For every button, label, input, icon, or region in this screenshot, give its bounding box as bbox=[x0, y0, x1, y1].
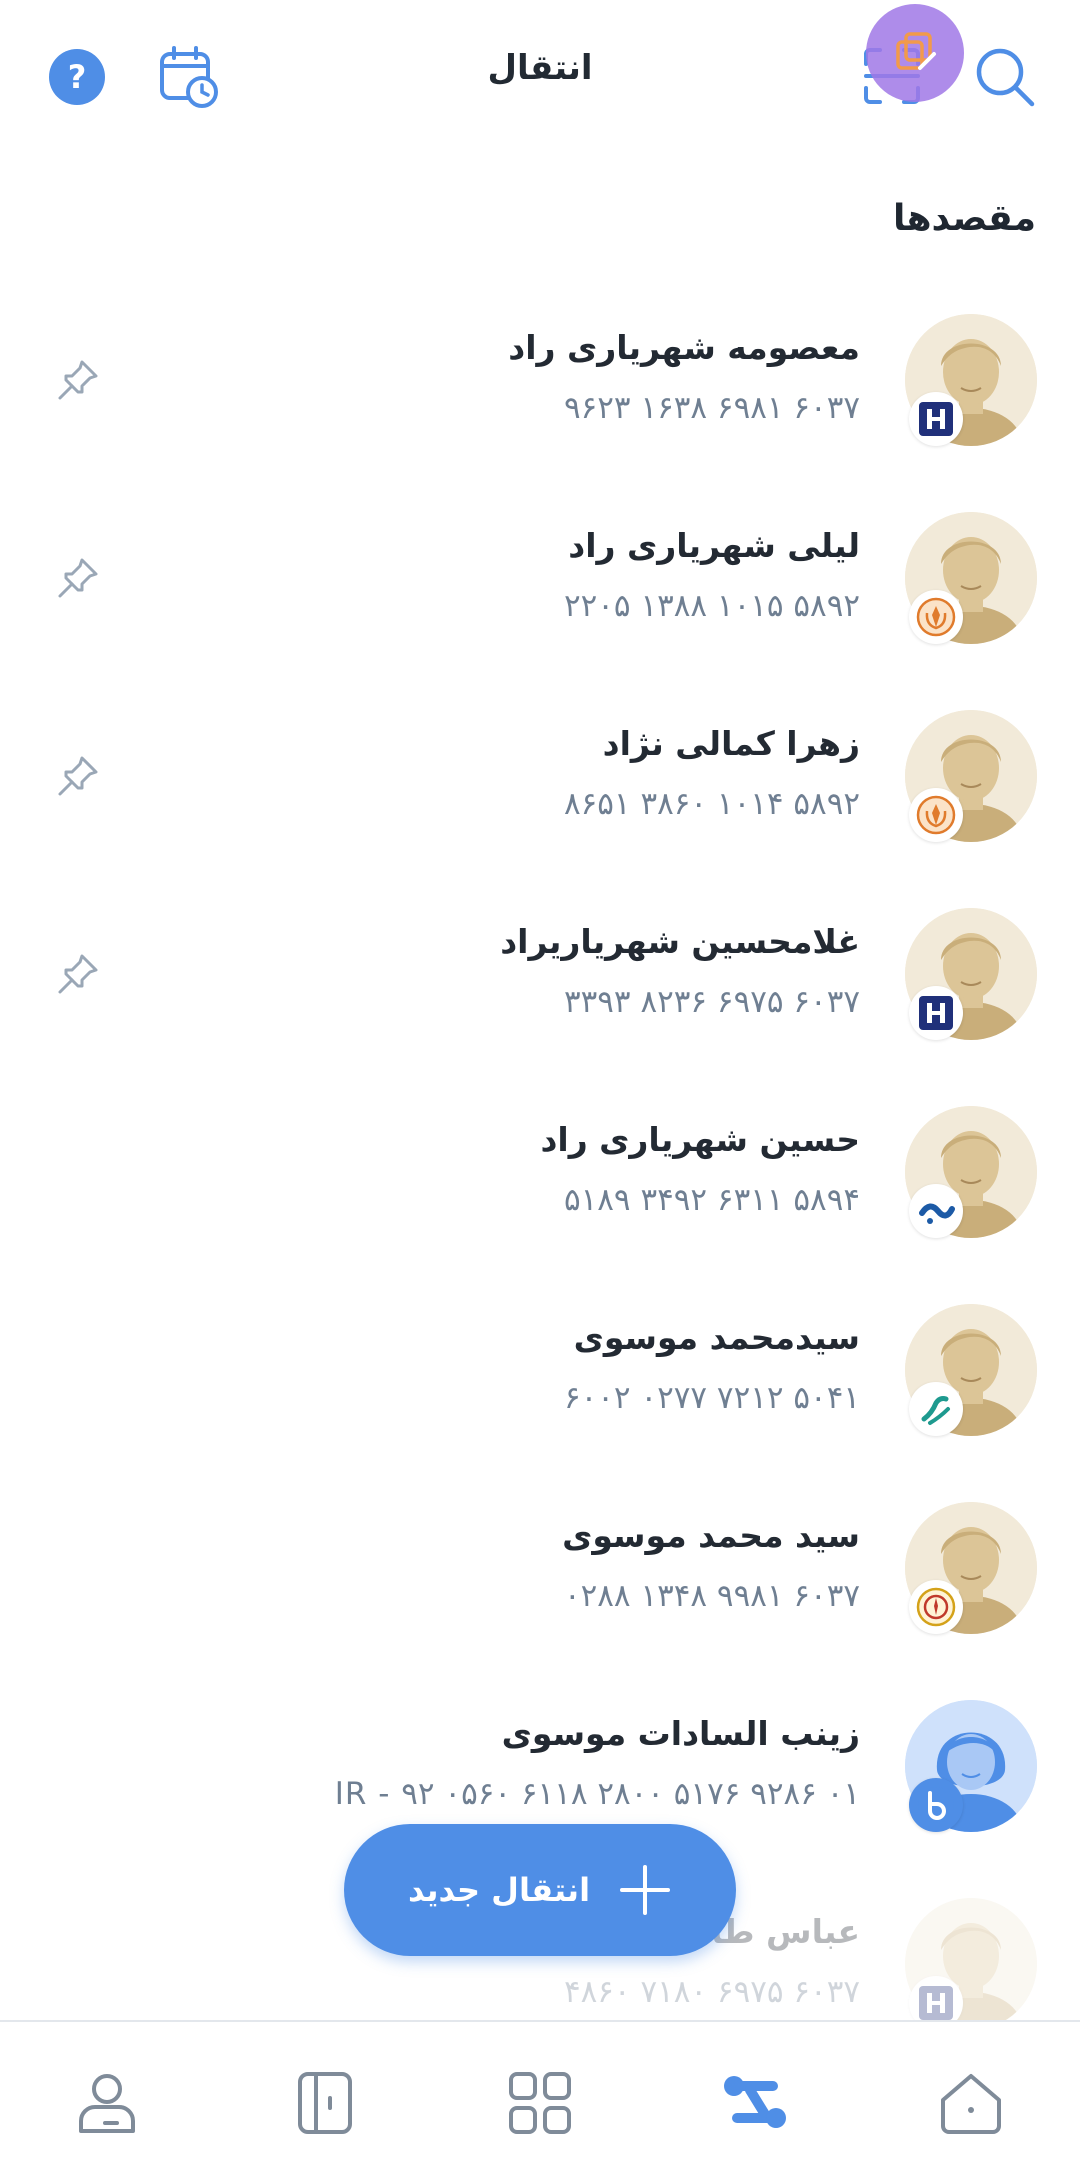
copy-edit-icon bbox=[896, 32, 936, 70]
contact-name: معصومه شهریاری راد bbox=[508, 328, 860, 367]
contact-name: غلامحسین شهریاریراد bbox=[500, 922, 860, 961]
bank-saderat-icon bbox=[919, 402, 953, 436]
card-number: ۵۸۹۲ ۱۰۱۵ ۱۳۸۸ ۲۲۰۵ bbox=[563, 588, 860, 624]
contact-row[interactable]: غلامحسین شهریاریراد ۶۰۳۷ ۶۹۷۵ ۸۲۳۶ ۳۳۹۳ bbox=[0, 894, 1080, 1092]
contact-name: سید محمد موسوی bbox=[562, 1516, 860, 1555]
search-button[interactable] bbox=[972, 44, 1038, 110]
contact-row[interactable]: سید محمد موسوی ۶۰۳۷ ۹۹۸۱ ۱۳۴۸ ۰۲۸۸ bbox=[0, 1488, 1080, 1686]
floating-edit-bubble[interactable] bbox=[866, 4, 964, 102]
card-number: ۶۰۳۷ ۶۹۸۱ ۱۶۳۸ ۹۶۲۳ bbox=[563, 390, 860, 426]
pin-button[interactable] bbox=[54, 356, 102, 404]
bank-saderat-icon bbox=[919, 1986, 953, 2020]
card-number: ۵۸۹۲ ۱۰۱۴ ۳۸۶۰ ۸۶۵۱ bbox=[563, 786, 860, 822]
contact-row[interactable]: معصومه شهریاری راد ۶۰۳۷ ۶۹۸۱ ۱۶۳۸ ۹۶۲۳ bbox=[0, 300, 1080, 498]
new-transfer-button[interactable]: انتقال جدید bbox=[344, 1824, 736, 1956]
bank-resalat-icon bbox=[918, 1391, 954, 1427]
bank-sepah-icon bbox=[916, 795, 956, 835]
bank-logo bbox=[909, 1184, 963, 1238]
bank-sepah-icon bbox=[916, 597, 956, 637]
bank-logo bbox=[909, 1580, 963, 1634]
grid-icon bbox=[509, 2072, 571, 2134]
contact-row[interactable]: سیدمحمد موسوی ۵۰۴۱ ۷۲۱۲ ۰۲۷۷ ۶۰۰۲ bbox=[0, 1290, 1080, 1488]
pin-icon bbox=[58, 360, 98, 400]
card-number: ۶۰۳۷ ۶۹۷۵ ۸۲۳۶ ۳۳۹۳ bbox=[563, 984, 860, 1020]
nav-services[interactable] bbox=[505, 2068, 575, 2138]
bank-blu-icon bbox=[918, 1787, 954, 1823]
bank-logo bbox=[909, 590, 963, 644]
iban-number: IR - ۹۲ ۰۵۶۰ ۶۱۱۸ ۲۸۰۰ ۵۱۷۶ ۹۲۸۶ ۰۱ bbox=[334, 1776, 860, 1812]
bank-logo bbox=[909, 392, 963, 446]
bank-saderat-icon bbox=[919, 996, 953, 1030]
bank-refah-icon bbox=[918, 1193, 955, 1229]
nav-transfer[interactable] bbox=[720, 2068, 790, 2138]
contact-name: زهرا کمالی نژاد bbox=[602, 724, 860, 763]
destinations-heading: مقصدها bbox=[893, 198, 1036, 239]
contact-row[interactable]: زهرا کمالی نژاد ۵۸۹۲ ۱۰۱۴ ۳۸۶۰ ۸۶۵۱ bbox=[0, 696, 1080, 894]
card-number: ۵۸۹۴ ۶۳۱۱ ۳۴۹۲ ۵۱۸۹ bbox=[563, 1182, 860, 1218]
pin-icon bbox=[58, 558, 98, 598]
new-transfer-label: انتقال جدید bbox=[407, 1871, 591, 1909]
bank-logo bbox=[909, 1382, 963, 1436]
card-number: ۶۰۳۷ ۶۹۷۵ ۷۱۸۰ ۴۸۶۰ bbox=[563, 1974, 860, 2010]
nav-cards[interactable] bbox=[290, 2068, 360, 2138]
card-book-icon bbox=[298, 2072, 352, 2134]
bank-logo bbox=[909, 986, 963, 1040]
top-bar: ? انتقال bbox=[0, 0, 1080, 150]
contact-row[interactable]: لیلی شهریاری راد ۵۸۹۲ ۱۰۱۵ ۱۳۸۸ ۲۲۰۵ bbox=[0, 498, 1080, 696]
plus-icon bbox=[620, 1865, 671, 1915]
transfer-icon bbox=[724, 2076, 786, 2128]
contact-name: سیدمحمد موسوی bbox=[573, 1318, 860, 1357]
home-icon bbox=[941, 2074, 1001, 2134]
card-number: ۵۰۴۱ ۷۲۱۲ ۰۲۷۷ ۶۰۰۲ bbox=[563, 1380, 860, 1416]
bottom-nav bbox=[0, 2020, 1080, 2176]
contact-name: لیلی شهریاری راد bbox=[568, 526, 860, 565]
contact-name: حسین شهریاری راد bbox=[540, 1120, 860, 1159]
pin-icon bbox=[58, 954, 98, 994]
user-icon bbox=[79, 2074, 135, 2133]
pin-icon bbox=[58, 756, 98, 796]
pin-button[interactable] bbox=[54, 950, 102, 998]
contact-name: زینب السادات موسوی bbox=[501, 1714, 860, 1753]
bank-logo bbox=[909, 1778, 963, 1832]
nav-profile[interactable] bbox=[72, 2068, 142, 2138]
pin-button[interactable] bbox=[54, 752, 102, 800]
nav-home[interactable] bbox=[936, 2068, 1006, 2138]
contact-row[interactable]: حسین شهریاری راد ۵۸۹۴ ۶۳۱۱ ۳۴۹۲ ۵۱۸۹ bbox=[0, 1092, 1080, 1290]
card-number: ۶۰۳۷ ۹۹۸۱ ۱۳۴۸ ۰۲۸۸ bbox=[563, 1578, 860, 1614]
pin-button[interactable] bbox=[54, 554, 102, 602]
bank-logo bbox=[909, 788, 963, 842]
search-icon bbox=[976, 48, 1035, 107]
transfer-screen: ? انتقال مقصدها معصومه شهریاری راد ۶۰۳۷ … bbox=[0, 0, 1080, 2176]
bank-melli-icon bbox=[916, 1587, 956, 1627]
